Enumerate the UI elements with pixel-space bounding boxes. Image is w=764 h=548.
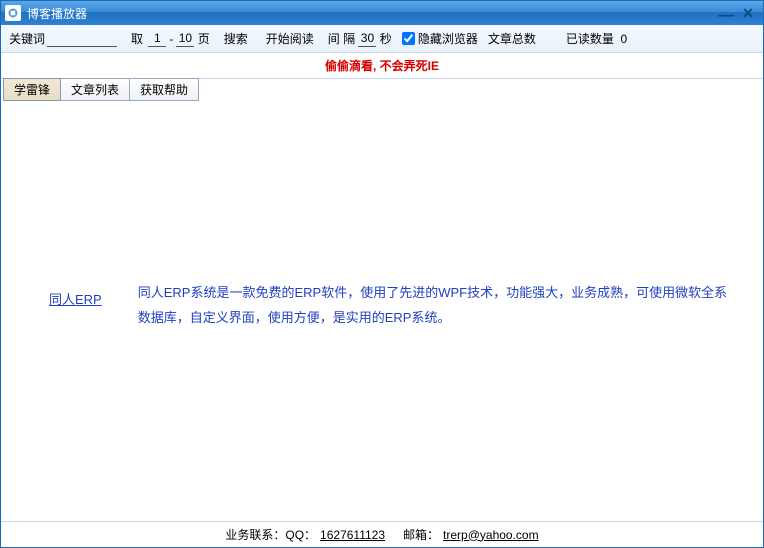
banner-text: 偷偷滴看, 不会弄死IE (325, 57, 439, 74)
page-suffix: 页 (198, 30, 210, 47)
hide-browser-checkbox[interactable] (402, 32, 415, 45)
start-read-button[interactable]: 开始阅读 (266, 30, 314, 47)
email-link[interactable]: trerp@yahoo.com (443, 528, 539, 542)
article-total-label: 文章总数 (488, 30, 536, 47)
interval-suffix: 秒 (380, 30, 392, 47)
tab-leifeng[interactable]: 学雷锋 (3, 78, 61, 101)
page-dash: - (169, 32, 173, 46)
close-icon: ✕ (742, 5, 754, 22)
close-button[interactable]: ✕ (737, 4, 759, 22)
read-count-label: 已读数量 (566, 30, 614, 47)
email-prefix: 邮箱： (403, 526, 439, 543)
qq-link[interactable]: 1627611123 (320, 528, 385, 542)
toolbar: 关键词 取 - 页 搜索 开始阅读 间 隔 秒 隐藏浏览器 文章总数 已读数量 … (1, 25, 763, 53)
content-row: 同人ERP 同人ERP系统是一款免费的ERP软件，使用了先进的WPF技术，功能强… (49, 281, 733, 330)
footer: 业务联系：QQ： 1627611123 邮箱： trerp@yahoo.com (1, 521, 763, 547)
page-to-input[interactable] (176, 31, 194, 47)
minimize-icon: — (718, 11, 734, 21)
tab-article-list[interactable]: 文章列表 (61, 78, 130, 101)
fetch-label: 取 (131, 30, 143, 47)
content-area: 同人ERP 同人ERP系统是一款免费的ERP软件，使用了先进的WPF技术，功能强… (1, 101, 763, 521)
window-title: 博客播放器 (27, 5, 87, 22)
page-from-input[interactable] (148, 31, 166, 47)
erp-link[interactable]: 同人ERP (49, 289, 102, 308)
minimize-button[interactable]: — (715, 4, 737, 22)
erp-description: 同人ERP系统是一款免费的ERP软件，使用了先进的WPF技术，功能强大，业务成熟… (138, 281, 733, 330)
tab-get-help[interactable]: 获取帮助 (130, 78, 199, 101)
read-count-value: 0 (621, 32, 628, 46)
interval-input[interactable] (358, 31, 376, 47)
keyword-label: 关键词 (9, 30, 45, 47)
title-bar: 博客播放器 — ✕ (1, 1, 763, 25)
search-button[interactable]: 搜索 (224, 30, 248, 47)
contact-prefix: 业务联系：QQ： (225, 526, 316, 543)
hide-browser-label: 隐藏浏览器 (418, 30, 478, 47)
banner: 偷偷滴看, 不会弄死IE (1, 53, 763, 79)
app-icon (5, 5, 21, 21)
app-window: 博客播放器 — ✕ 关键词 取 - 页 搜索 开始阅读 间 隔 秒 隐藏浏览器 … (0, 0, 764, 548)
interval-label: 间 隔 (328, 30, 355, 47)
keyword-input[interactable] (47, 31, 117, 47)
tab-strip: 学雷锋 文章列表 获取帮助 (1, 79, 763, 101)
